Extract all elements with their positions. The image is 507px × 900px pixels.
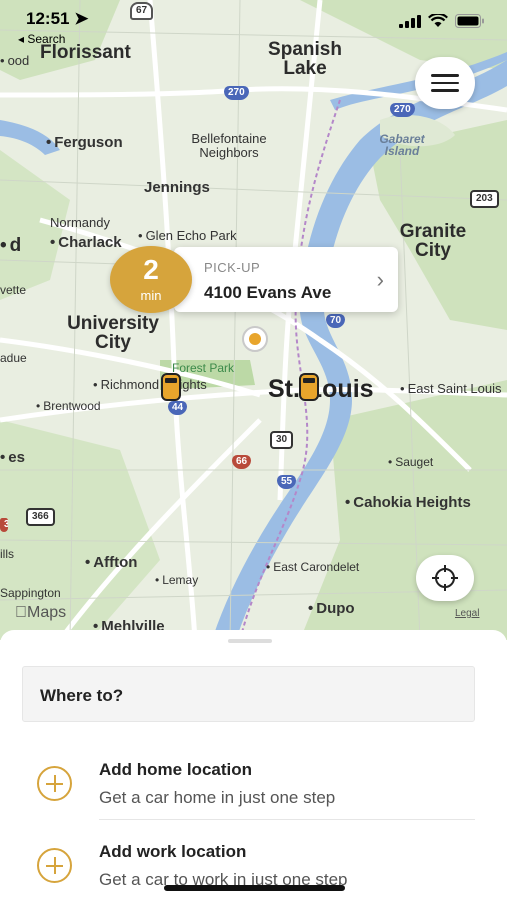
hamburger-icon-line [431,74,459,77]
status-time-text: 12:51 [26,9,70,28]
chevron-right-icon: › [376,267,384,292]
home-indicator [164,885,345,891]
eta-number: 2 [143,254,159,285]
saved-title: Add work location [99,842,247,861]
place-label: East Saint Louis [400,382,502,395]
maps-attribution: Maps [15,604,66,622]
route-shield: 366 [26,508,55,526]
place-label: University City [67,313,159,353]
place-label: Lemay [155,574,198,586]
place-label: Affton [85,555,137,570]
legal-link[interactable]: Legal [455,608,479,619]
back-to-search-link[interactable]: ◂ Search [18,32,65,46]
status-bar: 12:51 ➤ ◂ Search [0,0,507,46]
status-icons [399,14,485,28]
place-label: Ferguson [46,135,122,150]
wifi-icon [428,14,448,27]
eta-badge: 2 min [110,246,192,313]
place-label: Jennings [144,179,210,196]
hamburger-icon-line [431,89,459,92]
place-label: Sauget [388,456,433,468]
place-label: Bellefontaine Neighbors [191,131,267,160]
route-shield: 270 [224,86,249,100]
place-label: Normandy [50,215,110,230]
battery-icon [455,14,484,28]
pickup-card[interactable]: PICK-UP 4100 Evans Ave › [174,247,398,312]
status-time: 12:51 ➤ [26,9,88,29]
place-label: Glen Echo Park [138,229,237,242]
hamburger-icon-line [431,81,459,85]
place-label: Sappington [0,586,61,600]
place-label: East Carondelet [266,561,359,573]
add-circle-icon [37,848,72,883]
add-circle-icon [37,766,72,801]
add-home-location-row[interactable]: Add home location Get a car home in just… [22,740,475,820]
route-shield: 270 [390,103,415,117]
place-label: Gabaret Island [379,132,425,158]
car-marker-icon [299,373,319,401]
where-to-placeholder: Where to? [40,686,124,705]
bottom-sheet: Where to? Add home location Get a car ho… [0,630,507,900]
pickup-address: 4100 Evans Ave [204,283,332,302]
place-label: Dupo [308,601,354,616]
place-label: vette [0,283,27,297]
place-label: ood [0,54,30,67]
crosshair-icon [432,565,458,591]
eta-unit: min [140,288,162,303]
location-arrow-icon: ➤ [74,9,89,28]
locate-me-button[interactable] [416,555,474,601]
place-label: Granite City [399,221,467,261]
maps-attribution-text: Maps [15,604,66,621]
place-label: d [0,236,22,255]
route-shield: 203 [470,190,499,208]
cellular-signal-icon [399,14,421,28]
place-label: adue [0,351,27,365]
place-label: Cahokia Heights [345,495,471,510]
pickup-label: PICK-UP [204,260,261,275]
menu-button[interactable] [415,57,475,109]
saved-subtitle: Get a car home in just one step [99,788,336,807]
place-label: Brentwood [36,400,100,412]
place-label: Richmond Heights [93,378,207,391]
car-marker-icon [161,373,181,401]
place-label: ills [0,547,14,561]
sheet-grabber[interactable] [228,639,272,643]
where-to-search-field[interactable]: Where to? [22,666,475,722]
pickup-pin-icon [242,326,268,352]
saved-title: Add home location [99,760,252,779]
place-label: es [0,450,25,465]
divider [99,819,475,820]
route-shield: 3 [0,518,8,532]
apple-logo-icon:  [15,604,27,621]
route-shield: 30 [270,431,294,449]
city-label-st-louis: St. Louis [268,375,374,403]
pickup-callout[interactable]: PICK-UP 4100 Evans Ave › 2 min [110,246,398,313]
